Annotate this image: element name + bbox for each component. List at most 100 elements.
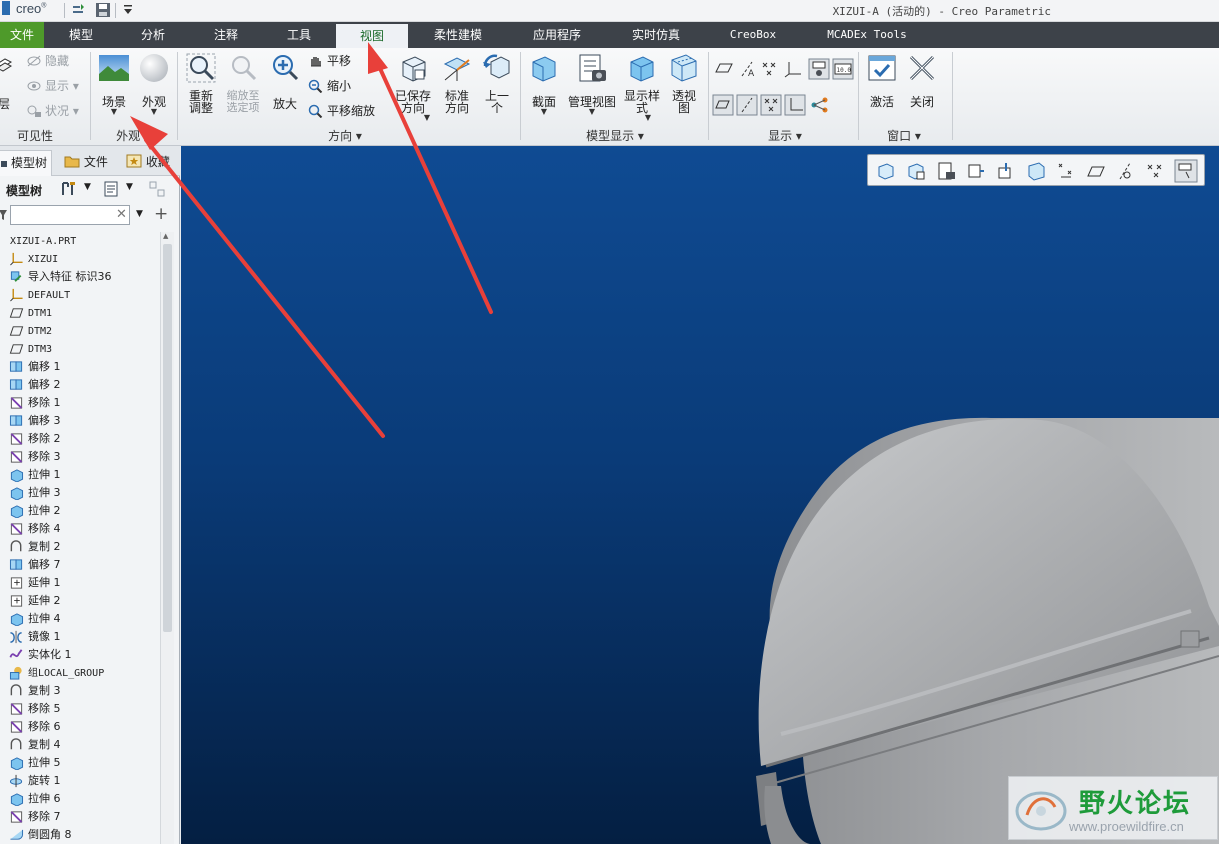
add-filter-icon[interactable]: + xyxy=(154,204,168,224)
tree-root-item[interactable]: XIZUI-A.PRT xyxy=(0,232,160,250)
scene-button[interactable]: 场景 ▼ xyxy=(96,52,132,116)
appearance-button[interactable]: 外观 ▼ xyxy=(138,52,170,116)
tree-item[interactable]: 偏移 7 xyxy=(0,556,160,574)
tab-real-time-simulation[interactable]: 实时仿真 xyxy=(622,22,690,48)
tree-item[interactable]: 偏移 1 xyxy=(0,358,160,376)
display-style-button[interactable]: 显示样式 ▼ xyxy=(622,52,662,122)
tab-favorites[interactable]: 收藏 xyxy=(122,150,182,176)
hide-button[interactable]: 隐藏 xyxy=(26,52,69,70)
axis-tag-display-icon[interactable] xyxy=(736,94,758,116)
zoom-out-button[interactable]: 缩小 xyxy=(308,77,351,95)
tree-item[interactable]: 复制 2 xyxy=(0,538,160,556)
tab-flexible-modeling[interactable]: 柔性建模 xyxy=(424,22,492,48)
tree-item[interactable]: 移除 6 xyxy=(0,718,160,736)
refit-button[interactable]: 重新调整 xyxy=(183,52,219,114)
tab-applications[interactable]: 应用程序 xyxy=(522,22,592,48)
tree-item[interactable]: 拉伸 6 xyxy=(0,790,160,808)
manage-views-button[interactable]: 管理视图 ▼ xyxy=(566,52,618,116)
point-display-toggle-icon[interactable] xyxy=(1056,161,1076,181)
tree-item[interactable]: 复制 3 xyxy=(0,682,160,700)
tree-item[interactable]: 复制 4 xyxy=(0,736,160,754)
tab-tools[interactable]: 工具 xyxy=(274,22,324,48)
activate-button[interactable]: 激活 xyxy=(864,52,900,108)
tab-annotate[interactable]: 注释 xyxy=(201,22,251,48)
csys-tag-display-icon[interactable] xyxy=(784,94,806,116)
tab-model[interactable]: 模型 xyxy=(56,22,106,48)
chevron-down-icon[interactable]: ▼ xyxy=(126,182,133,192)
layer-button[interactable]: 层 xyxy=(0,52,14,110)
standard-orientation-button[interactable]: 标准方向 xyxy=(438,52,476,114)
point-display-icon[interactable] xyxy=(760,60,780,78)
view-manager-icon[interactable] xyxy=(936,161,956,181)
zoom-in-button[interactable]: 放大 xyxy=(268,52,302,110)
show-list-icon[interactable] xyxy=(102,180,120,198)
tree-item[interactable]: 移除 7 xyxy=(0,808,160,826)
tree-item[interactable]: XIZUI xyxy=(0,250,160,268)
tree-item[interactable]: 移除 3 xyxy=(0,448,160,466)
tree-item[interactable]: DEFAULT xyxy=(0,286,160,304)
clear-search-icon[interactable]: ✕ xyxy=(116,207,127,222)
perspective-view-icon[interactable] xyxy=(1026,161,1046,181)
status-button[interactable]: 状况 ▾ xyxy=(26,102,79,120)
close-window-button[interactable]: 关闭 xyxy=(904,52,940,108)
tree-item[interactable]: 延伸 2 xyxy=(0,592,160,610)
network-icon[interactable] xyxy=(810,96,830,114)
tree-item[interactable]: DTM1 xyxy=(0,304,160,322)
tree-item[interactable]: 偏移 3 xyxy=(0,412,160,430)
tab-model-tree[interactable]: 模型树 xyxy=(0,150,52,176)
tree-item[interactable]: 拉伸 2 xyxy=(0,502,160,520)
tree-item[interactable]: 偏移 2 xyxy=(0,376,160,394)
display-style-icon[interactable] xyxy=(966,161,986,181)
chevron-down-icon[interactable]: ▼ xyxy=(84,182,91,192)
tree-item[interactable]: 延伸 1 xyxy=(0,574,160,592)
tree-item[interactable]: 组LOCAL_GROUP xyxy=(0,664,160,682)
spin-center-icon[interactable] xyxy=(808,58,830,80)
tree-scrollbar[interactable]: ▲ xyxy=(160,232,174,844)
tree-item[interactable]: 倒圆角 8 xyxy=(0,826,160,844)
tree-item[interactable]: DTM2 xyxy=(0,322,160,340)
save-icon[interactable] xyxy=(95,2,111,18)
filter-funnel-icon[interactable] xyxy=(0,208,8,222)
saved-orientations-button[interactable]: 已保存方向 ▼ xyxy=(394,52,432,122)
tab-creobox[interactable]: CreoBox xyxy=(718,22,788,48)
spin-center-toggle-icon[interactable] xyxy=(1174,159,1198,183)
csys-display-icon[interactable] xyxy=(784,60,804,78)
graphics-viewport[interactable]: 野火论坛 www.proewildfire.cn xyxy=(181,146,1219,844)
tree-item[interactable]: 拉伸 4 xyxy=(0,610,160,628)
search-input[interactable] xyxy=(10,205,130,225)
tab-mcadex-tools[interactable]: MCADEx Tools xyxy=(814,22,920,48)
scroll-up-icon[interactable]: ▲ xyxy=(163,232,168,240)
zoom-to-selected-button[interactable]: 缩放至选定项 xyxy=(223,52,263,114)
axis-display-toggle-icon[interactable] xyxy=(1116,161,1136,181)
quick-access-dropdown-icon[interactable] xyxy=(120,2,136,18)
settings-tools-icon[interactable] xyxy=(60,180,78,198)
tree-item[interactable]: 旋转 1 xyxy=(0,772,160,790)
plane-tag-display-icon[interactable] xyxy=(712,94,734,116)
regenerate-icon[interactable] xyxy=(70,2,86,18)
axis-display-icon[interactable]: A xyxy=(738,60,758,78)
tab-view[interactable]: 视图 xyxy=(336,24,408,48)
point-tag-display-icon[interactable] xyxy=(760,94,782,116)
tree-item[interactable]: 拉伸 3 xyxy=(0,484,160,502)
tree-item[interactable]: 拉伸 5 xyxy=(0,754,160,772)
tab-files[interactable]: 文件 xyxy=(60,150,118,176)
pan-button[interactable]: 平移 xyxy=(308,52,351,70)
tree-filter-icon[interactable] xyxy=(148,180,166,198)
refit-view-icon[interactable] xyxy=(876,161,896,181)
tab-file[interactable]: 文件 xyxy=(0,22,44,48)
perspective-button[interactable]: 透视图 xyxy=(666,52,702,114)
saved-views-icon[interactable] xyxy=(906,161,926,181)
tree-item[interactable]: 拉伸 1 xyxy=(0,466,160,484)
pan-zoom-button[interactable]: 平移缩放 xyxy=(308,102,375,120)
point-tag-toggle-icon[interactable] xyxy=(1146,161,1166,181)
previous-view-button[interactable]: 上一个 xyxy=(480,52,514,114)
tree-item[interactable]: 移除 4 xyxy=(0,520,160,538)
plane-display-toggle-icon[interactable] xyxy=(1086,161,1106,181)
tab-analysis[interactable]: 分析 xyxy=(128,22,178,48)
section-view-icon[interactable] xyxy=(996,161,1016,181)
section-button[interactable]: 截面 ▼ xyxy=(526,52,562,116)
tree-item[interactable]: 实体化 1 xyxy=(0,646,160,664)
plane-display-icon[interactable] xyxy=(714,60,734,78)
tree-item[interactable]: DTM3 xyxy=(0,340,160,358)
tree-item[interactable]: 移除 1 xyxy=(0,394,160,412)
